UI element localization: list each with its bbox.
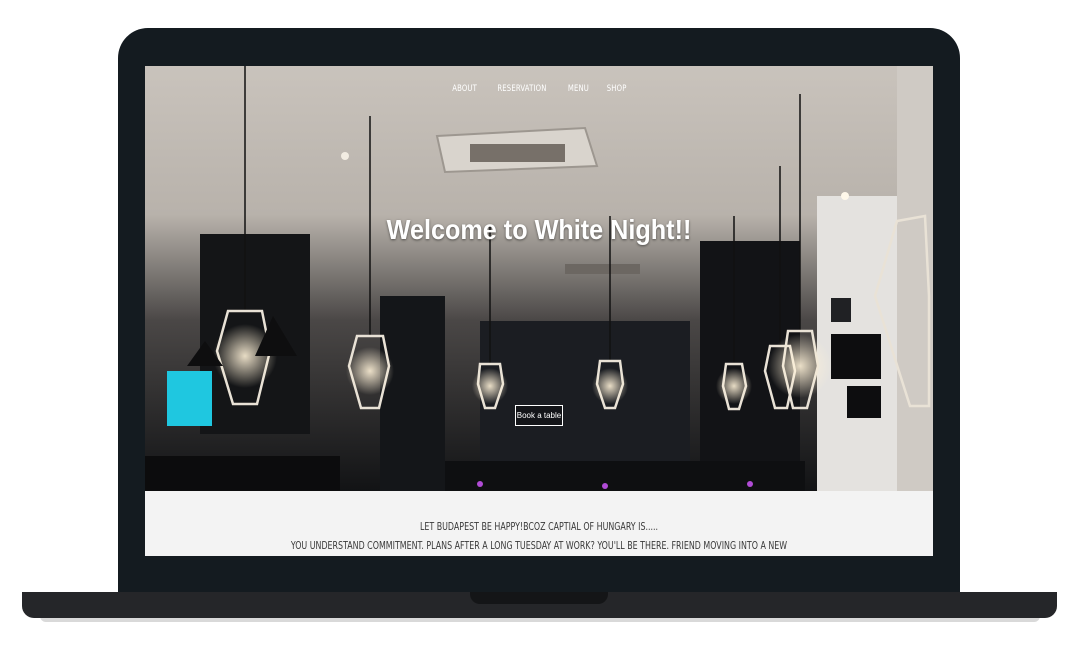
top-navigation: ABOUT RESERVATION MENU SHOP: [145, 78, 933, 96]
book-table-button[interactable]: Book a table: [515, 405, 563, 426]
restaurant-interior-photo: [145, 66, 933, 491]
about-headline: LET BUDAPEST BE HAPPY!BCOZ CAPTIAL OF HU…: [419, 520, 659, 533]
website-screen: ABOUT RESERVATION MENU SHOP Welcome to W…: [145, 66, 933, 556]
about-section: LET BUDAPEST BE HAPPY!BCOZ CAPTIAL OF HU…: [145, 491, 933, 556]
hero-section: ABOUT RESERVATION MENU SHOP Welcome to W…: [145, 66, 933, 491]
nav-link-about[interactable]: ABOUT: [452, 84, 477, 94]
laptop-notch: [470, 592, 608, 604]
nav-link-reservation[interactable]: RESERVATION: [498, 84, 547, 94]
about-text: YOU UNDERSTAND COMMITMENT. PLANS AFTER A…: [290, 539, 788, 552]
nav-link-shop[interactable]: SHOP: [607, 84, 627, 94]
hero-title: Welcome to White Night!!: [386, 214, 692, 245]
nav-link-menu[interactable]: MENU: [568, 84, 589, 94]
